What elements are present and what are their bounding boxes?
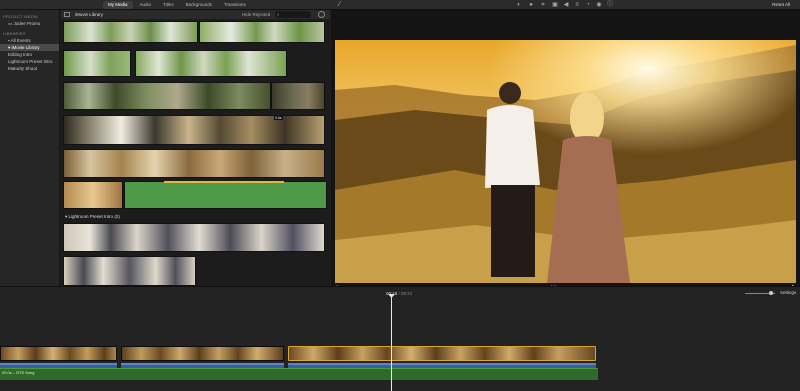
color-correction-icon[interactable]: ● (528, 2, 534, 8)
clip-thumbnail-strip[interactable] (135, 50, 287, 77)
sidebar-item-imovie-library[interactable]: ▾ iMovie Library (0, 44, 59, 51)
clip-thumbnail-strip[interactable] (63, 223, 325, 252)
duration-badge: 0.6s (274, 116, 283, 120)
stabilization-icon[interactable]: ▣ (552, 2, 558, 8)
speed-icon[interactable]: ◔ (585, 2, 591, 8)
tab-backgrounds[interactable]: Backgrounds (181, 1, 217, 9)
color-balance-icon[interactable]: ◐ (516, 2, 522, 8)
filter-dropdown[interactable]: Hide Rejected (242, 12, 270, 17)
tab-titles[interactable]: Titles (158, 1, 179, 9)
browser-header: iMovie Library Hide Rejected ⌕ (61, 10, 330, 19)
timeline-clip[interactable] (0, 346, 117, 361)
magic-wand-icon[interactable]: ⁄ (339, 1, 340, 8)
noise-reduction-icon[interactable]: ≡ (574, 2, 580, 8)
sidebar-item-editing-intro[interactable]: Editing Intro (0, 51, 59, 58)
tab-audio[interactable]: Audio (135, 1, 157, 9)
clip-thumbnail-strip[interactable] (63, 181, 123, 209)
browser-title: iMovie Library (75, 12, 104, 17)
crop-icon[interactable]: ⌗ (540, 2, 546, 8)
clip-thumbnail-strip[interactable] (271, 82, 325, 110)
tab-my-media[interactable]: My Media (103, 1, 133, 9)
info-icon[interactable]: ⓘ (607, 2, 613, 8)
clip-thumbnail-strip[interactable] (199, 21, 325, 43)
volume-icon[interactable]: ◀ (563, 2, 569, 8)
search-input[interactable]: ⌕ (275, 11, 311, 18)
libraries-header: LIBRARIES (3, 31, 26, 36)
sidebar-item-project[interactable]: ▭ Jodee Promo (0, 20, 59, 27)
sidebar-toggle-icon[interactable] (64, 12, 70, 17)
video-frame (335, 40, 796, 283)
background-music-track[interactable]: 20.0s – BTS Song (0, 368, 598, 380)
clip-thumbnail-strip[interactable] (63, 149, 325, 178)
search-icon: ⌕ (277, 12, 280, 17)
timeline-clip[interactable] (121, 346, 284, 361)
media-browser: iMovie Library Hide Rejected ⌕ 0.6s ▾ Li… (61, 10, 330, 286)
zoom-slider-knob[interactable] (769, 291, 773, 295)
sidebar-item-all-events[interactable]: ▪ All Events (0, 37, 59, 44)
video-preview[interactable] (335, 40, 796, 283)
timeline-settings-button[interactable]: Settings (780, 290, 796, 295)
tab-transitions[interactable]: Transitions (219, 1, 251, 9)
person-man (485, 82, 540, 277)
sidebar-item-lightroom-preset-intro[interactable]: Lightroom Preset Intro (0, 58, 59, 65)
event-group-header[interactable]: ▾ Lightroom Preset Intro (2) (61, 213, 330, 221)
viewer-panel: ⚲ ⏮ ▶ ⏭ ⤢ (331, 10, 800, 292)
clip-filter-icon[interactable]: ◉ (596, 2, 602, 8)
clip-thumbnail-strip[interactable] (63, 82, 271, 110)
timeline-clip-selected[interactable] (288, 346, 596, 361)
gear-icon[interactable] (318, 11, 325, 18)
project-media-header: PROJECT MEDIA (3, 14, 38, 19)
music-track-label: 20.0s – BTS Song (2, 370, 35, 375)
playhead[interactable] (391, 296, 392, 391)
clip-thumbnail-strip[interactable] (63, 115, 325, 145)
library-sidebar: PROJECT MEDIA ▭ Jodee Promo LIBRARIES ▪ … (0, 10, 60, 286)
top-toolbar: My Media Audio Titles Backgrounds Transi… (0, 0, 800, 10)
reset-all-button[interactable]: Reset All (772, 2, 790, 7)
clip-thumbnail-strip[interactable] (63, 256, 196, 286)
media-tabs: My Media Audio Titles Backgrounds Transi… (103, 1, 251, 9)
sidebar-item-maturity-shoot[interactable]: Maturity Shoot (0, 65, 59, 72)
clip-thumbnail-strip[interactable] (63, 50, 131, 77)
clip-thumbnail-strip[interactable] (63, 21, 198, 43)
waveform-selection (164, 181, 284, 186)
